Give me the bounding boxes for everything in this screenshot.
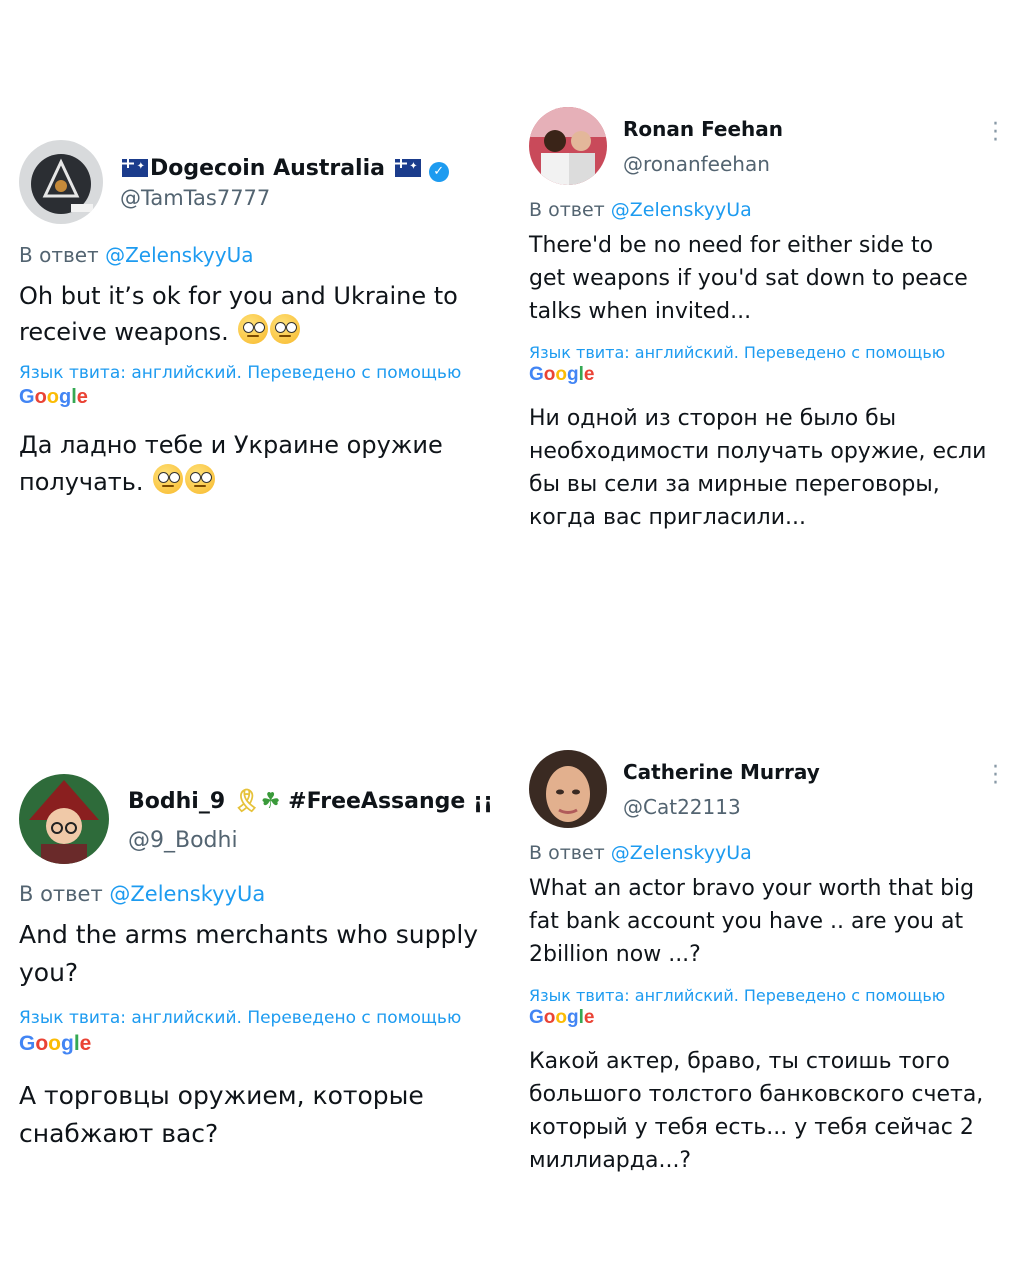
avatar[interactable] (19, 140, 103, 224)
mention-link[interactable]: @ZelenskyyUa (611, 842, 752, 864)
user-handle[interactable]: @9_Bodhi (128, 828, 238, 853)
reply-context: В ответ @ZelenskyyUa (529, 199, 752, 221)
eye-roll-emoji-icon (238, 314, 269, 344)
tweet-text: There'd be no need for either side to ge… (529, 229, 1009, 328)
translated-text-line: миллиарда...? (529, 1148, 692, 1173)
google-logo: Google (19, 386, 88, 408)
display-name[interactable]: Dogecoin Australia ✓ (120, 156, 449, 182)
translated-text-line: снабжают вас? (19, 1119, 219, 1148)
display-name-tag: #FreeAssange ¡¡ (288, 789, 494, 814)
reply-context: В ответ @ZelenskyyUa (19, 882, 265, 906)
more-icon[interactable]: · · · (992, 757, 999, 795)
avatar[interactable] (529, 107, 607, 185)
reply-prefix: В ответ (19, 243, 99, 267)
translated-text-line: необходимости получать оружие, если (529, 439, 987, 464)
display-name-text: Bodhi_9 (128, 789, 226, 814)
translation-note[interactable]: Язык твита: английский. Переведено с пом… (529, 986, 945, 1005)
verified-badge-icon: ✓ (428, 162, 449, 182)
reply-prefix: В ответ (19, 882, 103, 906)
translation-note[interactable]: Язык твита: английский. Переведено с пом… (19, 1008, 461, 1028)
translated-text-line: большого толстого банковского счета, (529, 1082, 984, 1107)
translated-text: Какой актер, браво, ты стоишь того больш… (529, 1045, 1009, 1177)
display-name-text: Dogecoin Australia (150, 156, 385, 181)
translation-note[interactable]: Язык твита: английский. Переведено с пом… (529, 343, 945, 362)
translated-text-line: который у тебя есть... у тебя сейчас 2 (529, 1115, 974, 1140)
google-logo: Google (529, 1007, 595, 1028)
reply-context: В ответ @ZelenskyyUa (529, 842, 752, 864)
google-logo: Google (529, 364, 595, 385)
translated-text-line: Да ладно тебе и Украине оружие (19, 431, 443, 459)
australia-flag-icon (394, 159, 421, 177)
translated-text-line: Какой актер, браво, ты стоишь того (529, 1049, 950, 1074)
avatar[interactable] (19, 774, 109, 864)
tweet-text-line: you? (19, 958, 79, 987)
tweet-text-line: fat bank account you have .. are you at (529, 909, 964, 934)
translated-text-line: получать. (19, 464, 499, 501)
tweet-text-line: talks when invited... (529, 299, 752, 324)
display-name[interactable]: Bodhi_9 🎗☘ #FreeAssange ¡¡ (128, 789, 493, 814)
tweet-text-line: Oh but it’s ok for you and Ukraine to (19, 282, 458, 310)
tweet-text-line: get weapons if you'd sat down to peace (529, 266, 968, 291)
translated-text-line: Ни одной из сторон не было бы (529, 406, 897, 431)
user-handle[interactable]: @Cat22113 (623, 795, 741, 819)
display-name[interactable]: Ronan Feehan (623, 117, 783, 141)
eye-roll-emoji-icon (270, 314, 301, 344)
shamrock-icon: ☘ (260, 789, 281, 814)
tweet-text-line: What an actor bravo your worth that big (529, 876, 975, 901)
tweet-text: Oh but it’s ok for you and Ukraine to re… (19, 278, 499, 350)
tweet-text-line: receive weapons. (19, 314, 499, 350)
australia-flag-icon (122, 159, 148, 177)
user-handle[interactable]: @TamTas7777 (120, 186, 270, 210)
avatar[interactable] (529, 750, 607, 828)
more-icon[interactable]: · · · (992, 114, 999, 152)
translation-note[interactable]: Язык твита: английский. Переведено с пом… (19, 363, 461, 383)
translated-text-line: когда вас пригласили... (529, 505, 807, 530)
translated-text-line: А торговцы оружием, которые (19, 1081, 424, 1110)
tweet-text: What an actor bravo your worth that big … (529, 872, 1009, 971)
mention-link[interactable]: @ZelenskyyUa (611, 199, 752, 221)
translated-text: Ни одной из сторон не было бы необходимо… (529, 402, 1009, 534)
tweet-text: And the arms merchants who supply you? (19, 916, 509, 992)
reply-prefix: В ответ (529, 842, 605, 864)
eye-roll-emoji-icon (185, 464, 216, 494)
tweet-text-line: And the arms merchants who supply (19, 920, 479, 949)
mention-link[interactable]: @ZelenskyyUa (109, 882, 265, 906)
eye-roll-emoji-icon (153, 464, 184, 494)
tweet-text-line: 2billion now ...? (529, 942, 701, 967)
mention-link[interactable]: @ZelenskyyUa (105, 243, 253, 267)
reply-prefix: В ответ (529, 199, 605, 221)
translated-text: Да ладно тебе и Украине оружие получать. (19, 427, 499, 501)
tweet-text-line: There'd be no need for either side to (529, 233, 934, 258)
yellow-ribbon-icon: 🎗 (232, 789, 261, 814)
google-logo: Google (19, 1032, 92, 1055)
translated-text: А торговцы оружием, которые снабжают вас… (19, 1077, 509, 1153)
reply-context: В ответ @ZelenskyyUa (19, 243, 253, 267)
user-handle[interactable]: @ronanfeehan (623, 152, 770, 176)
display-name[interactable]: Catherine Murray (623, 760, 820, 784)
translated-text-line: бы вы сели за мирные переговоры, (529, 472, 940, 497)
